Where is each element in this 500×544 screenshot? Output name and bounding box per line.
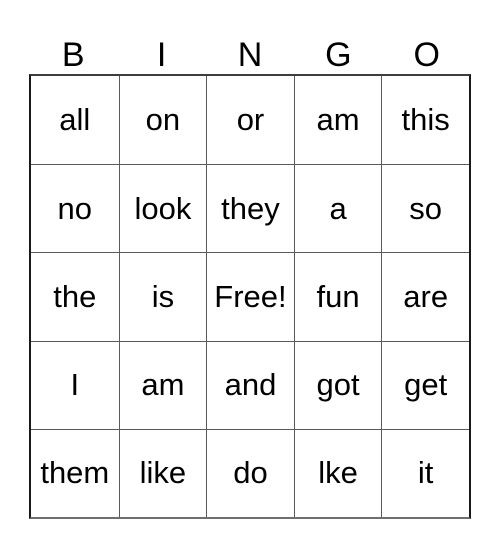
bingo-cell-g1[interactable]: am: [293, 76, 382, 165]
bingo-cell-i2[interactable]: look: [118, 165, 207, 253]
bingo-cell-label: am: [141, 367, 185, 403]
bingo-cell-b5[interactable]: them: [31, 429, 119, 517]
bingo-header-letter-b: B: [61, 36, 85, 74]
bingo-cell-b2[interactable]: no: [31, 165, 119, 253]
bingo-header-letter-n: N: [237, 36, 263, 74]
bingo-header-row: B I N G O: [29, 18, 471, 74]
bingo-cell-b4[interactable]: I: [31, 341, 119, 429]
bingo-cell-o3[interactable]: are: [381, 253, 469, 341]
bingo-header-letter-i: I: [156, 36, 167, 74]
bingo-cell-o1[interactable]: this: [381, 76, 469, 165]
bingo-cell-label: they: [221, 190, 280, 226]
bingo-cell-label: so: [409, 190, 443, 226]
bingo-cell-o5[interactable]: it: [381, 429, 469, 517]
bingo-cell-g4[interactable]: got: [293, 341, 382, 429]
bingo-cell-i1[interactable]: on: [118, 76, 207, 165]
bingo-cell-g5[interactable]: lke: [293, 429, 382, 517]
bingo-cell-label: like: [139, 455, 187, 491]
bingo-cell-o2[interactable]: so: [381, 165, 469, 253]
bingo-cell-label: are: [403, 278, 449, 314]
bingo-cell-label: this: [401, 102, 450, 138]
bingo-cell-label: them: [40, 455, 110, 491]
bingo-cell-label: look: [134, 190, 192, 226]
bingo-cell-label: am: [316, 102, 360, 138]
bingo-cell-free-space[interactable]: Free!: [206, 253, 294, 341]
bingo-cell-b1[interactable]: all: [31, 76, 119, 165]
bingo-row-3: the is Free! fun are: [31, 252, 469, 341]
bingo-cell-label: is: [151, 278, 175, 314]
bingo-row-2: no look they a so: [31, 164, 469, 253]
bingo-grid: all on or am this no look they a so the …: [29, 74, 471, 519]
bingo-cell-n5[interactable]: do: [206, 429, 294, 517]
bingo-free-space-label: Free!: [214, 278, 287, 314]
bingo-header-letter-g: G: [325, 36, 352, 74]
bingo-cell-label: lke: [318, 455, 358, 491]
bingo-cell-label: no: [57, 190, 93, 226]
bingo-header-letter-o: O: [413, 36, 440, 74]
bingo-cell-label: it: [417, 455, 434, 491]
bingo-cell-b3[interactable]: the: [31, 253, 119, 341]
bingo-cell-i3[interactable]: is: [118, 253, 207, 341]
bingo-cell-label: and: [224, 367, 277, 403]
bingo-cell-label: I: [70, 367, 80, 403]
bingo-cell-label: got: [316, 367, 360, 403]
bingo-cell-label: a: [329, 190, 347, 226]
bingo-cell-n4[interactable]: and: [206, 341, 294, 429]
bingo-cell-i4[interactable]: am: [118, 341, 207, 429]
bingo-row-1: all on or am this: [31, 76, 469, 165]
bingo-cell-label: do: [233, 455, 268, 491]
bingo-card: B I N G O all on or am this no look they…: [29, 18, 471, 519]
bingo-cell-i5[interactable]: like: [118, 429, 207, 517]
bingo-row-5: them like do lke it: [31, 428, 469, 517]
bingo-cell-label: get: [404, 367, 448, 403]
bingo-cell-label: the: [53, 278, 97, 314]
bingo-cell-n2[interactable]: they: [206, 165, 294, 253]
bingo-cell-g3[interactable]: fun: [293, 253, 382, 341]
bingo-cell-g2[interactable]: a: [293, 165, 382, 253]
bingo-cell-label: all: [59, 102, 91, 138]
bingo-cell-label: fun: [316, 278, 360, 314]
bingo-cell-label: on: [145, 102, 181, 138]
bingo-row-4: I am and got get: [31, 340, 469, 429]
bingo-cell-n1[interactable]: or: [206, 76, 294, 165]
bingo-cell-o4[interactable]: get: [381, 341, 469, 429]
bingo-cell-label: or: [236, 102, 265, 138]
